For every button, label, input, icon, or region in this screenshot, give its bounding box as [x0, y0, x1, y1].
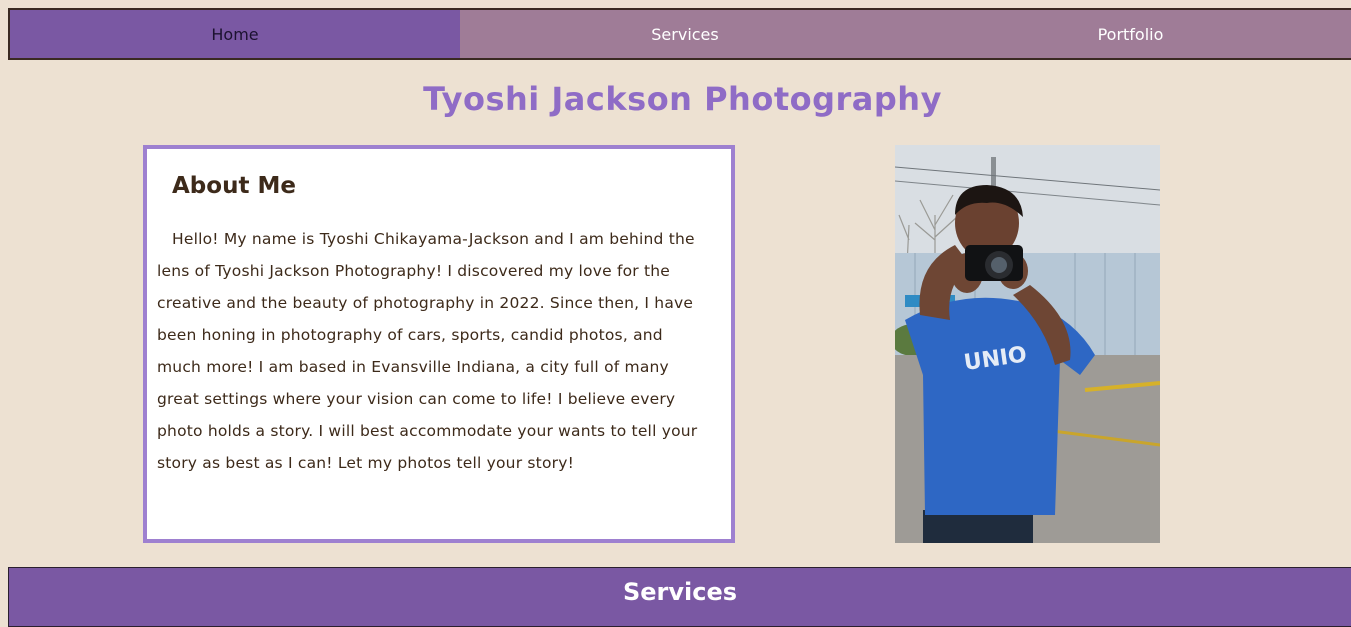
- nav-item-home[interactable]: Home: [10, 10, 460, 58]
- about-card: About Me Hello! My name is Tyoshi Chikay…: [143, 145, 735, 543]
- nav-item-services-label: Services: [651, 24, 719, 44]
- main-nav: Home Services Portfolio: [8, 8, 1351, 60]
- about-heading: About Me: [172, 173, 296, 199]
- about-text: Hello! My name is Tyoshi Chikayama-Jacks…: [157, 230, 698, 472]
- services-heading: Services: [622, 578, 738, 606]
- nav-item-portfolio[interactable]: Portfolio: [910, 10, 1351, 58]
- photographer-portrait-image: UNIO: [895, 145, 1160, 543]
- nav-item-portfolio-label: Portfolio: [1097, 24, 1164, 44]
- nav-item-home-label: Home: [211, 24, 259, 44]
- services-section-header: Services: [8, 567, 1351, 627]
- nav-item-services[interactable]: Services: [460, 10, 910, 58]
- page-title: Tyoshi Jackson Photography: [423, 80, 942, 118]
